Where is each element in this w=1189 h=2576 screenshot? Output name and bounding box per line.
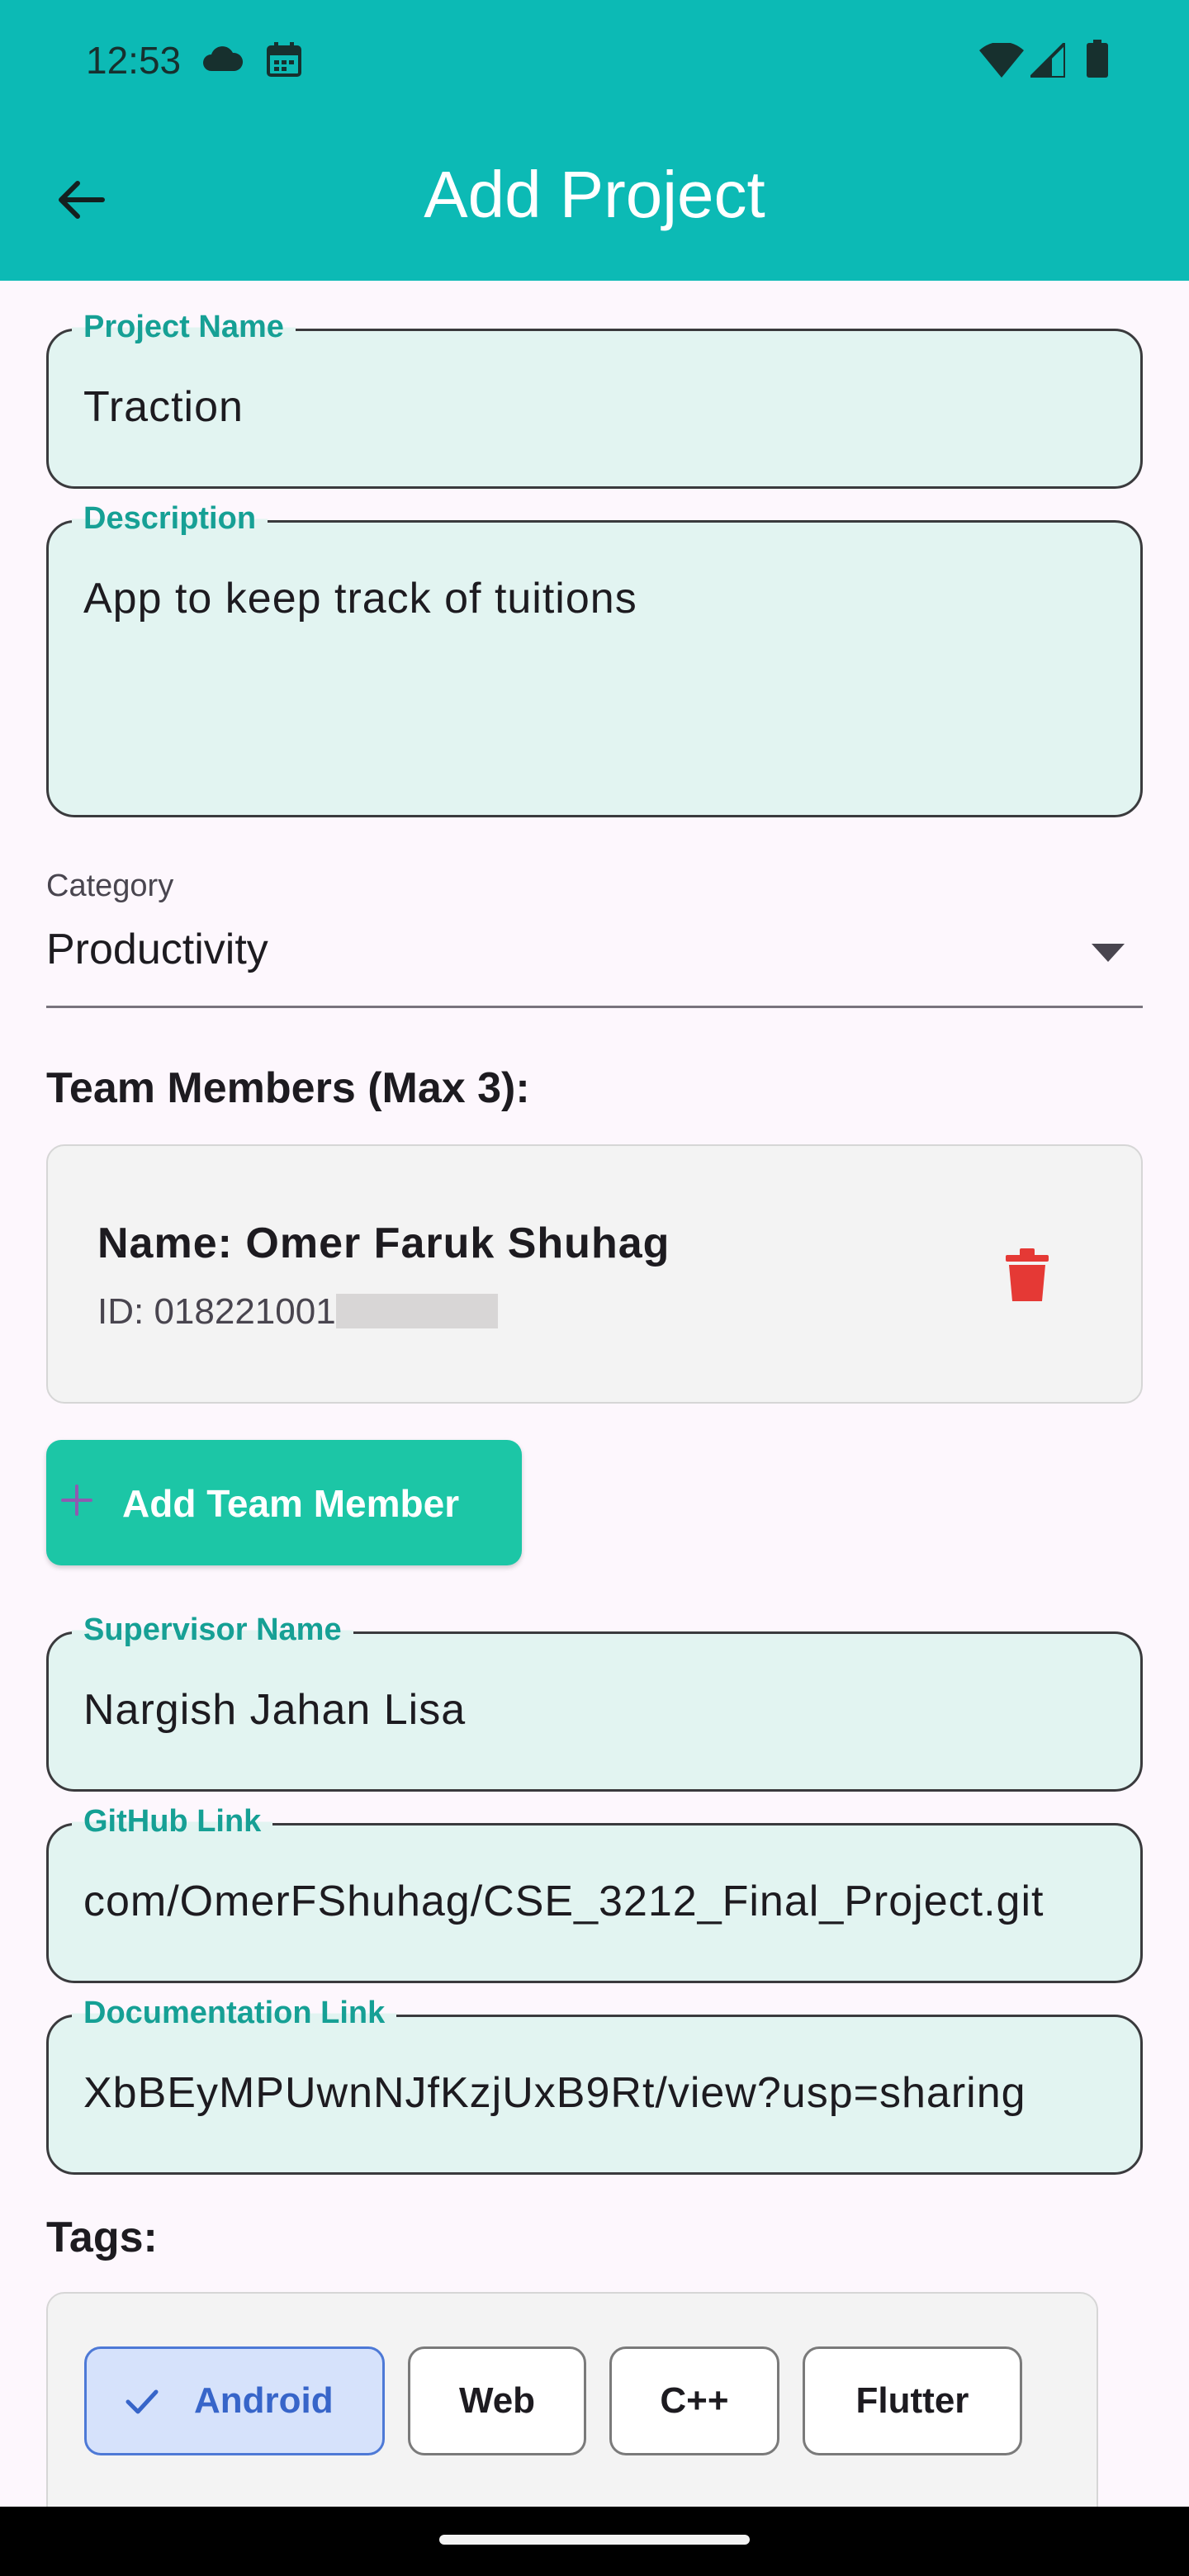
team-member-card: Name: Omer Faruk Shuhag ID: 018221001 <box>46 1144 1143 1404</box>
supervisor-name-value: Nargish Jahan Lisa <box>83 1686 467 1734</box>
wifi-icon <box>979 43 1024 78</box>
cloud-icon <box>203 46 244 71</box>
supervisor-name-field[interactable]: Supervisor Name Nargish Jahan Lisa <box>46 1612 1143 1792</box>
trash-icon <box>1006 1248 1049 1301</box>
tag-chip-cpp[interactable]: C++ <box>609 2346 779 2455</box>
project-name-field[interactable]: Project Name Traction <box>46 310 1143 489</box>
documentation-link-value: XbBEyMPUwnNJfKzjUxB9Rt/view?usp=sharing <box>83 2069 1026 2117</box>
category-value: Productivity <box>46 926 268 973</box>
team-members-title: Team Members (Max 3): <box>46 1064 530 1112</box>
signal-icon <box>1030 43 1065 78</box>
tags-title: Tags: <box>46 2214 158 2261</box>
github-link-field[interactable]: GitHub Link com/OmerFShuhag/CSE_3212_Fin… <box>46 1804 1143 1983</box>
project-name-value: Traction <box>83 383 244 431</box>
supervisor-name-label: Supervisor Name <box>72 1612 353 1648</box>
calendar-icon <box>267 42 301 77</box>
project-name-label: Project Name <box>72 310 296 345</box>
description-value: App to keep track of tuitions <box>83 575 637 623</box>
category-label: Category <box>46 869 174 903</box>
add-team-member-button[interactable]: Add Team Member <box>46 1440 522 1565</box>
plus-icon <box>61 1485 92 1516</box>
tag-label: Flutter <box>855 2380 969 2421</box>
status-bar: 12:53 <box>0 0 1189 116</box>
github-link-label: GitHub Link <box>72 1804 273 1840</box>
tag-label: C++ <box>660 2380 729 2421</box>
member-name: Name: Omer Faruk Shuhag <box>97 1219 670 1267</box>
description-label: Description <box>72 501 268 537</box>
documentation-link-field[interactable]: Documentation Link XbBEyMPUwnNJfKzjUxB9R… <box>46 1996 1143 2175</box>
github-link-value: com/OmerFShuhag/CSE_3212_Final_Project.g… <box>83 1878 1045 1925</box>
category-underline <box>46 1006 1143 1008</box>
home-gesture-handle[interactable] <box>439 2535 750 2545</box>
member-id-text: ID: 018221001 <box>97 1291 336 1332</box>
app-header: 12:53 Add Project <box>0 0 1189 281</box>
status-time: 12:53 <box>86 39 182 82</box>
add-team-member-label: Add Team Member <box>122 1482 460 1525</box>
battery-icon <box>1087 40 1108 78</box>
tag-chip-flutter[interactable]: Flutter <box>803 2346 1022 2455</box>
page-title: Add Project <box>424 158 765 231</box>
tag-chip-android[interactable]: Android <box>84 2346 385 2455</box>
tag-label: Web <box>458 2380 536 2421</box>
redacted-block <box>335 1294 498 1328</box>
dropdown-arrow-icon[interactable] <box>1092 944 1125 962</box>
description-field[interactable]: Description App to keep track of tuition… <box>46 501 1143 817</box>
documentation-link-label: Documentation Link <box>72 1996 397 2031</box>
member-id: ID: 018221001 <box>97 1291 498 1333</box>
tag-chip-web[interactable]: Web <box>408 2346 586 2455</box>
system-navigation-bar <box>0 2507 1189 2576</box>
tag-label: Android <box>194 2380 334 2421</box>
check-icon <box>126 2389 159 2414</box>
delete-member-button[interactable] <box>989 1237 1065 1313</box>
